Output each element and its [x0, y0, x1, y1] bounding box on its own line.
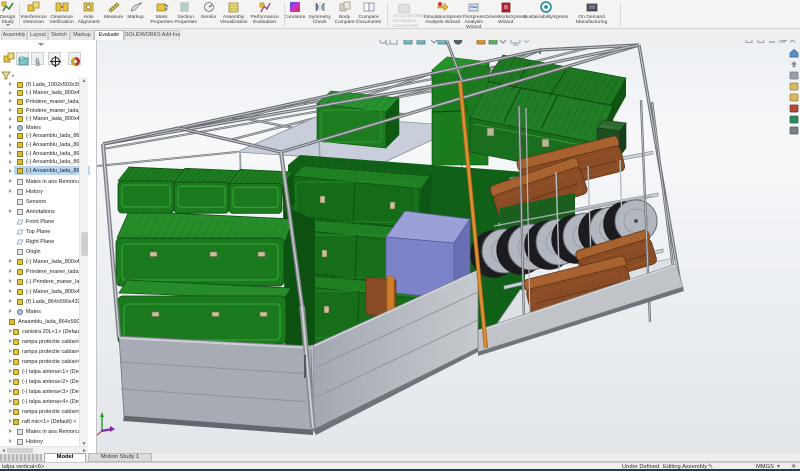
svg-text:§: § [35, 57, 40, 67]
